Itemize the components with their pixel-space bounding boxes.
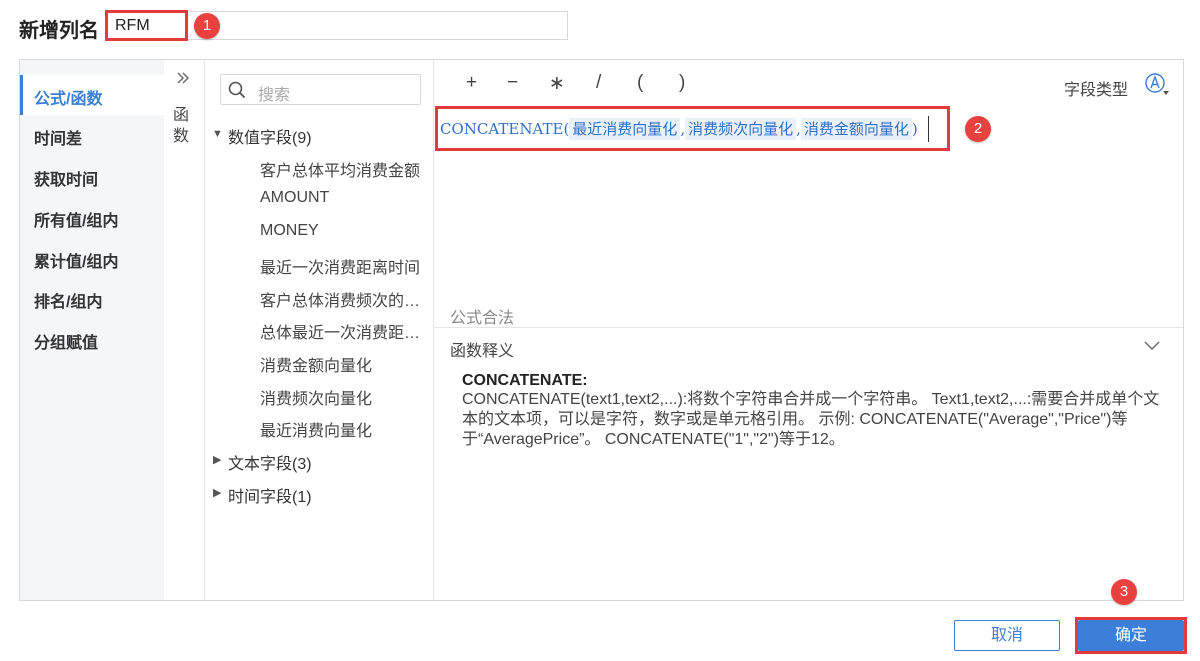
function-definition-body: CONCATENATE(text1,text2,...):将数个字符串合并成一个…: [462, 391, 1160, 448]
tree-item-field[interactable]: MONEY: [260, 222, 425, 240]
nav-item-cumulative[interactable]: 累计值/组内: [34, 248, 118, 272]
nav-item-formula-function[interactable]: 公式/函数: [34, 85, 102, 109]
tree-item-field[interactable]: 客户总体消费频次的…: [260, 287, 425, 311]
caret-right-icon[interactable]: ▶: [213, 453, 221, 466]
caret-right-icon[interactable]: ▶: [213, 486, 221, 499]
search-icon: [228, 81, 246, 99]
tree-group-time[interactable]: 时间字段(1): [228, 483, 312, 507]
step-marker-1: 1: [194, 13, 220, 39]
operator-multiply-button[interactable]: ∗: [549, 72, 565, 95]
highlight-box-name: [105, 10, 188, 41]
tree-item-field[interactable]: 最近一次消费距离时间: [260, 254, 425, 278]
operator-plus-button[interactable]: +: [466, 72, 477, 94]
tree-item-field[interactable]: 最近消费向量化: [260, 417, 425, 441]
function-tab-label[interactable]: 函数: [173, 105, 189, 147]
highlight-box-formula: [435, 106, 950, 151]
function-definition-name: CONCATENATE:: [462, 372, 588, 389]
highlight-box-confirm: [1075, 617, 1187, 654]
field-type-label: 字段类型: [1064, 82, 1129, 99]
operator-divide-button[interactable]: /: [596, 72, 601, 94]
operator-open-paren-button[interactable]: (: [637, 72, 643, 94]
operator-minus-button[interactable]: −: [507, 72, 518, 94]
nav-item-rank[interactable]: 排名/组内: [34, 288, 102, 312]
tree-group-numeric[interactable]: 数值字段(9): [228, 124, 312, 148]
caret-down-icon[interactable]: ▼: [212, 128, 223, 140]
double-chevron-right-icon[interactable]: [175, 70, 191, 91]
search-placeholder: 搜索: [258, 87, 291, 104]
formula-validation-status: 公式合法: [450, 310, 515, 327]
divider: [433, 60, 434, 600]
tree-item-field[interactable]: 客户总体平均消费金额: [260, 157, 425, 181]
column-name-label: 新增列名: [19, 20, 99, 42]
step-marker-3: 3: [1111, 579, 1137, 605]
nav-item-get-time[interactable]: 获取时间: [34, 166, 98, 190]
field-type-dropdown-icon[interactable]: [1144, 72, 1170, 96]
tree-item-field[interactable]: 总体最近一次消费距…: [260, 319, 425, 343]
nav-item-all-values[interactable]: 所有值/组内: [34, 207, 118, 231]
tree-group-text[interactable]: 文本字段(3): [228, 450, 312, 474]
operator-close-paren-button[interactable]: ): [679, 72, 685, 94]
nav-item-group-assign[interactable]: 分组赋值: [34, 329, 98, 353]
divider: [434, 327, 1183, 328]
cancel-button[interactable]: 取消: [954, 620, 1060, 651]
tree-item-field[interactable]: 消费金额向量化: [260, 352, 425, 376]
tree-item-field[interactable]: 消费频次向量化: [260, 385, 425, 409]
tree-item-field[interactable]: AMOUNT: [260, 189, 425, 207]
nav-active-indicator: [20, 75, 23, 115]
field-search-input[interactable]: [220, 74, 421, 105]
function-definition-title: 函数释义: [450, 343, 515, 360]
step-marker-2: 2: [965, 116, 991, 142]
chevron-down-icon[interactable]: [1143, 337, 1161, 353]
nav-item-time-diff[interactable]: 时间差: [34, 125, 82, 149]
